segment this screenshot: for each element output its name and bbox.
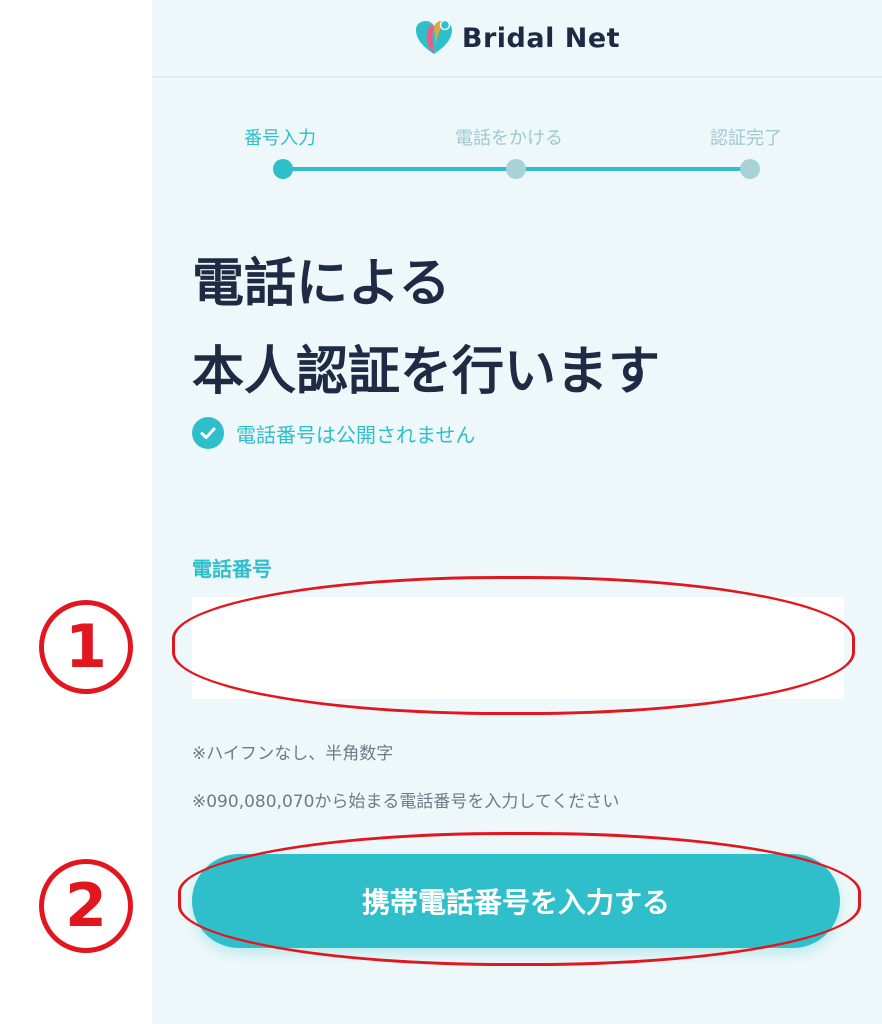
annotation-number-2: 2 [39, 859, 133, 953]
app-header: Bridal Net [152, 0, 882, 78]
step-dot-2 [506, 159, 526, 179]
privacy-note: 電話番号は公開されません [192, 417, 475, 449]
page-title-line1: 電話による [192, 254, 451, 314]
step-dot-3 [740, 159, 760, 179]
phone-hint-format: ※ハイフンなし、半角数字 [192, 744, 394, 764]
step-label-3: 認証完了 [710, 128, 782, 149]
step-label-2: 電話をかける [455, 128, 563, 149]
annotation-number-2-text: 2 [65, 871, 107, 941]
phone-number-input[interactable] [192, 597, 844, 699]
brand-name: Bridal Net [461, 22, 621, 54]
heart-logo-icon [415, 19, 452, 54]
page-title-line2: 本人認証を行います [192, 342, 661, 402]
step-dot-1 [273, 159, 293, 179]
verification-panel: Bridal Net 番号入力 電話をかける 認証完了 電話による 本人認証を行… [152, 0, 882, 1024]
privacy-note-text: 電話番号は公開されません [236, 422, 476, 447]
phone-hint-prefix: ※090,080,070から始まる電話番号を入力してください [192, 792, 620, 812]
step-label-1: 番号入力 [244, 128, 316, 149]
check-circle-icon [192, 417, 224, 449]
submit-phone-button[interactable]: 携帯電話番号を入力する [192, 854, 840, 948]
brand-logo[interactable]: Bridal Net [414, 19, 620, 57]
annotation-number-1: 1 [39, 600, 133, 694]
annotation-number-1-text: 1 [65, 612, 107, 682]
progress-stepper: 番号入力 電話をかける 認証完了 [152, 120, 882, 190]
phone-field-label: 電話番号 [192, 557, 272, 581]
page-title: 電話による 本人認証を行います [192, 240, 852, 416]
